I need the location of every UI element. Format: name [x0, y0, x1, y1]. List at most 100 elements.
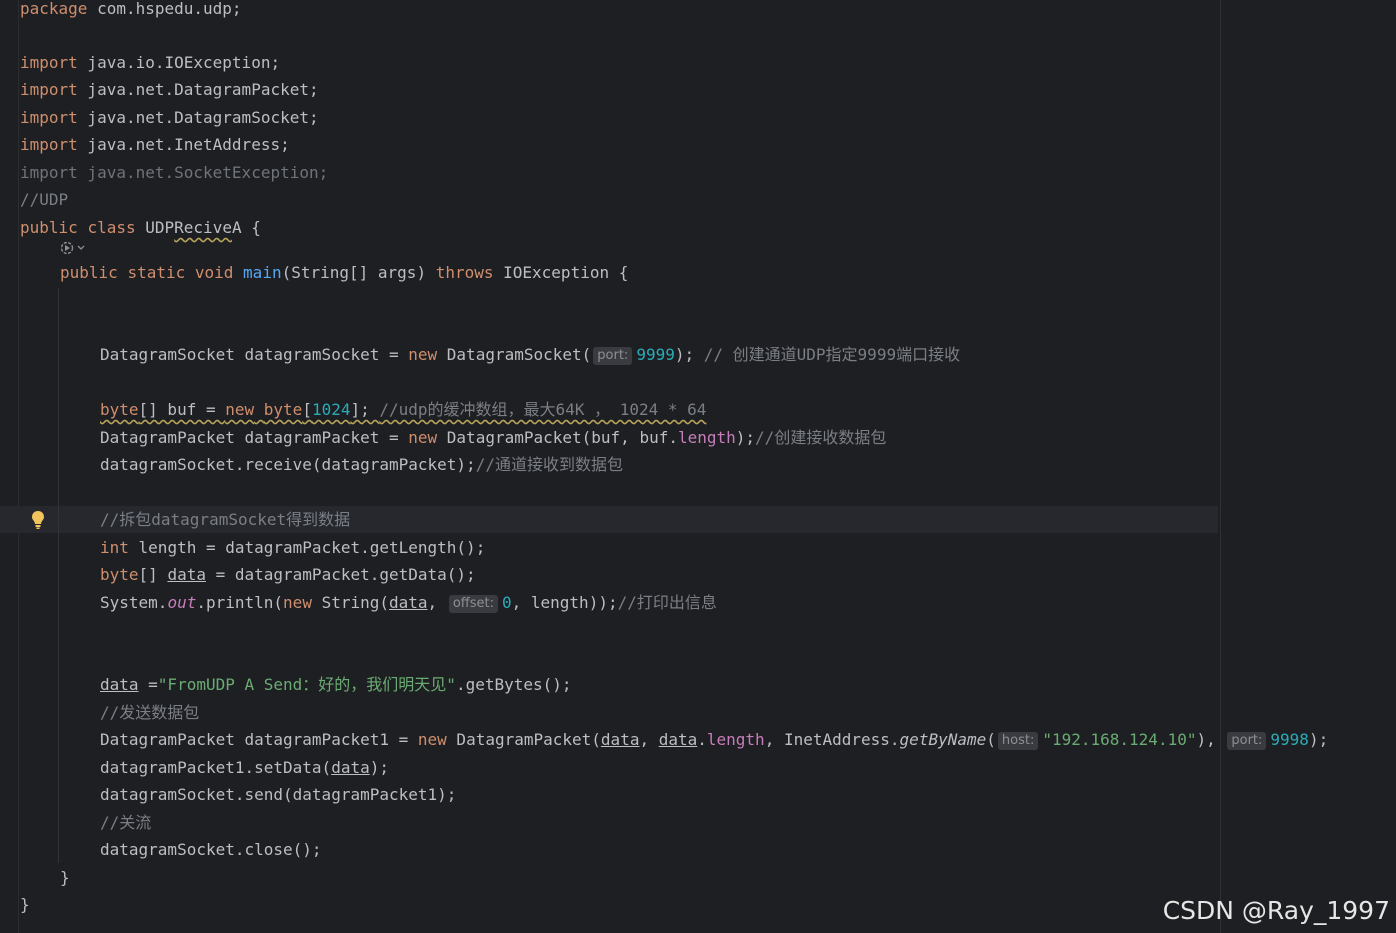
code-line-class-declaration[interactable]: public class UDPReciveA {: [20, 217, 261, 239]
indent-guide: [58, 288, 59, 863]
number-literal: 9998: [1270, 730, 1309, 749]
code-line-set-data[interactable]: datagramPacket1.setData(data);: [100, 757, 389, 779]
class-ref: InetAddress.: [783, 730, 900, 749]
keyword: static: [127, 263, 186, 282]
comment: //关流: [100, 813, 152, 832]
code-line-println[interactable]: System.out.println(new String(data, offs…: [100, 592, 717, 614]
comment: //发送数据包: [100, 703, 200, 722]
statement: datagramSocket.close();: [100, 840, 322, 859]
code-line-unused-import[interactable]: import java.net.SocketException;: [20, 162, 328, 184]
code-line-main-method[interactable]: public static void main(String[] args) t…: [60, 262, 628, 284]
code-line-class-close[interactable]: }: [20, 894, 30, 916]
run-gutter-icon[interactable]: [60, 240, 86, 262]
field: length: [706, 730, 765, 749]
keyword: public: [60, 263, 118, 282]
variable: data: [100, 675, 139, 694]
import-path: java.net.InetAddress;: [77, 135, 290, 154]
string-literal: "FromUDP A Send：好的，我们明天见": [157, 675, 456, 694]
comment: //UDP: [20, 190, 69, 209]
code-line-send[interactable]: datagramSocket.send(datagramPacket1);: [100, 784, 456, 806]
constructor: DatagramPacket(: [446, 730, 601, 749]
code-line-buffer[interactable]: byte[] buf = new byte[1024]; //udp的缓冲数组，…: [100, 399, 706, 421]
declaration: [] buf =: [138, 400, 226, 419]
punct: ,: [764, 730, 784, 749]
import-path: java.net.DatagramPacket;: [77, 80, 319, 99]
code-line-data[interactable]: byte[] data = datagramPacket.getData();: [100, 564, 476, 586]
method-call: .getBytes();: [455, 675, 572, 694]
punct: ,: [639, 730, 659, 749]
keyword: import: [20, 108, 78, 127]
code-line-package[interactable]: package com.hspedu.udp;: [20, 0, 242, 20]
lightbulb-icon[interactable]: [31, 510, 45, 530]
code-line-packet1[interactable]: DatagramPacket datagramPacket1 = new Dat…: [100, 729, 1328, 751]
punct: , length));: [511, 593, 618, 612]
code-line-packet[interactable]: DatagramPacket datagramPacket = new Data…: [100, 427, 886, 449]
field: out: [167, 593, 197, 612]
variable: data: [658, 730, 698, 749]
brace: }: [20, 895, 30, 914]
keyword: int: [100, 538, 129, 557]
constructor: DatagramPacket(buf, buf.: [437, 428, 678, 447]
import-path: java.io.IOException;: [77, 53, 281, 72]
keyword: new: [408, 428, 438, 447]
code-line-socket[interactable]: DatagramSocket datagramSocket = new Data…: [100, 344, 960, 366]
keyword: import: [20, 80, 78, 99]
statement: datagramSocket.receive(datagramPacket);: [100, 455, 476, 474]
run-icon: [60, 241, 85, 255]
brace: }: [60, 868, 70, 887]
comment: //创建接收数据包: [755, 428, 887, 447]
punct: ];: [350, 400, 380, 419]
punct: =: [138, 675, 158, 694]
code-line-import[interactable]: import java.net.DatagramPacket;: [20, 79, 319, 101]
editor-gutter: [0, 0, 19, 933]
comment: // 创建通道UDP指定9999端口接收: [703, 345, 961, 364]
brace: {: [241, 218, 261, 237]
code-line-import[interactable]: import java.net.InetAddress;: [20, 134, 290, 156]
keyword: byte: [100, 400, 139, 419]
package-name: com.hspedu.udp;: [87, 0, 242, 18]
statement: length = datagramPacket.getLength();: [128, 538, 486, 557]
declaration: DatagramPacket datagramPacket1 =: [100, 730, 418, 749]
declaration: DatagramSocket datagramSocket =: [100, 345, 409, 364]
field: length: [677, 428, 736, 447]
constructor: String(: [311, 593, 390, 612]
code-line-import[interactable]: import java.io.IOException;: [20, 52, 280, 74]
class-name: UDP: [145, 218, 175, 237]
statement: datagramSocket.send(datagramPacket1);: [100, 785, 457, 804]
string-literal: "192.168.124.10": [1042, 730, 1197, 749]
punct: );: [674, 345, 704, 364]
punct: ,: [427, 593, 447, 612]
param-hint: port:: [1227, 732, 1267, 750]
keyword: class: [87, 218, 136, 237]
punct: );: [369, 758, 389, 777]
keyword: import: [20, 135, 78, 154]
code-line-data-assign[interactable]: data ="FromUDP A Send：好的，我们明天见".getBytes…: [100, 674, 572, 696]
code-line-import[interactable]: import java.net.DatagramSocket;: [20, 107, 319, 129]
code-line-comment[interactable]: //关流: [100, 812, 151, 834]
punct: );: [1308, 730, 1329, 749]
class-name: A: [231, 218, 242, 237]
param-hint: host:: [997, 732, 1039, 750]
code-line-length[interactable]: int length = datagramPacket.getLength();: [100, 537, 485, 559]
typo-warning[interactable]: Recive: [174, 218, 232, 237]
comment: //通道接收到数据包: [475, 455, 623, 474]
method-name: getByName: [899, 730, 987, 749]
code-line-comment[interactable]: //UDP: [20, 189, 68, 211]
number-literal: 9999: [636, 345, 675, 364]
import-path: java.net.DatagramSocket;: [77, 108, 319, 127]
code-line-method-close[interactable]: }: [60, 867, 70, 889]
code-line-comment[interactable]: //发送数据包: [100, 702, 199, 724]
code-line-comment[interactable]: //拆包datagramSocket得到数据: [100, 509, 350, 531]
statement: = datagramPacket.getData();: [205, 565, 476, 584]
method-call: datagramPacket1.setData(: [100, 758, 332, 777]
variable: data: [600, 730, 640, 749]
code-line-close[interactable]: datagramSocket.close();: [100, 839, 322, 861]
params: (String[] args): [281, 263, 436, 282]
comment: //拆包datagramSocket得到数据: [100, 510, 351, 529]
punct: (: [986, 730, 996, 749]
code-line-receive[interactable]: datagramSocket.receive(datagramPacket);/…: [100, 454, 623, 476]
code-editor[interactable]: package com.hspedu.udp; import java.io.I…: [0, 0, 1396, 933]
keyword: package: [20, 0, 88, 18]
keyword: void: [194, 263, 234, 282]
punct: );: [735, 428, 756, 447]
